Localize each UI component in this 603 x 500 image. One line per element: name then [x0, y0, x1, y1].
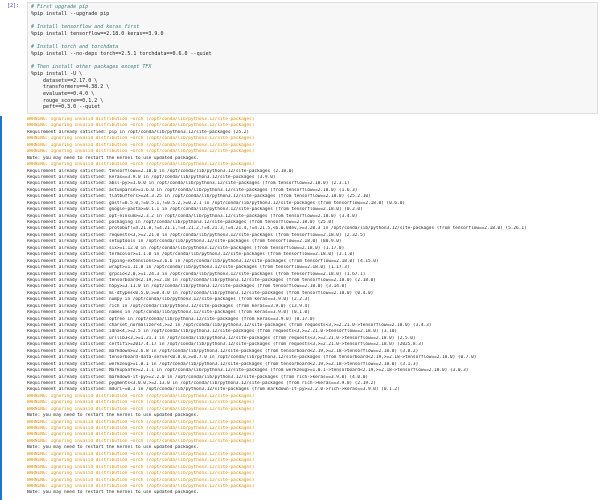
- code-comment-line: # Install torch and torchdata: [31, 44, 119, 51]
- execution-count-prompt: [2]:: [7, 3, 20, 9]
- code-comment-line: # Then install other packages except TFX: [31, 64, 152, 71]
- code-line: peft==0.3.0 --quiet: [31, 104, 101, 111]
- code-cell[interactable]: [2]: # First upgrade pip %pip install --u…: [0, 0, 603, 116]
- code-line: %pip install --upgrade pip: [31, 10, 110, 17]
- output-line: Note: you may need to restart the kernel…: [27, 490, 199, 496]
- code-line: datasets==2.17.0 \: [31, 77, 98, 84]
- code-comment-line: # Install tensorflow and keras first: [31, 24, 140, 31]
- code-line: %pip install -U \: [31, 70, 83, 77]
- output-line: Requirement already satisfied: protobuf!…: [27, 226, 527, 232]
- code-editor[interactable]: # First upgrade pip %pip install --upgrad…: [27, 2, 598, 114]
- code-line: evaluate==0.4.0 \: [31, 90, 95, 97]
- code-line: rouge_score==0.1.2 \: [31, 97, 104, 104]
- cell-output: WARNING: Ignoring invalid distribution ~…: [27, 117, 600, 500]
- code-line: %pip install tensorflow==2.18.0 keras==3…: [31, 30, 164, 37]
- code-comment-line: # First upgrade pip: [31, 4, 89, 10]
- code-line: transformers==4.38.2 \: [31, 84, 110, 91]
- code-line: %pip install --no-deps torch==2.5.1 torc…: [31, 50, 212, 57]
